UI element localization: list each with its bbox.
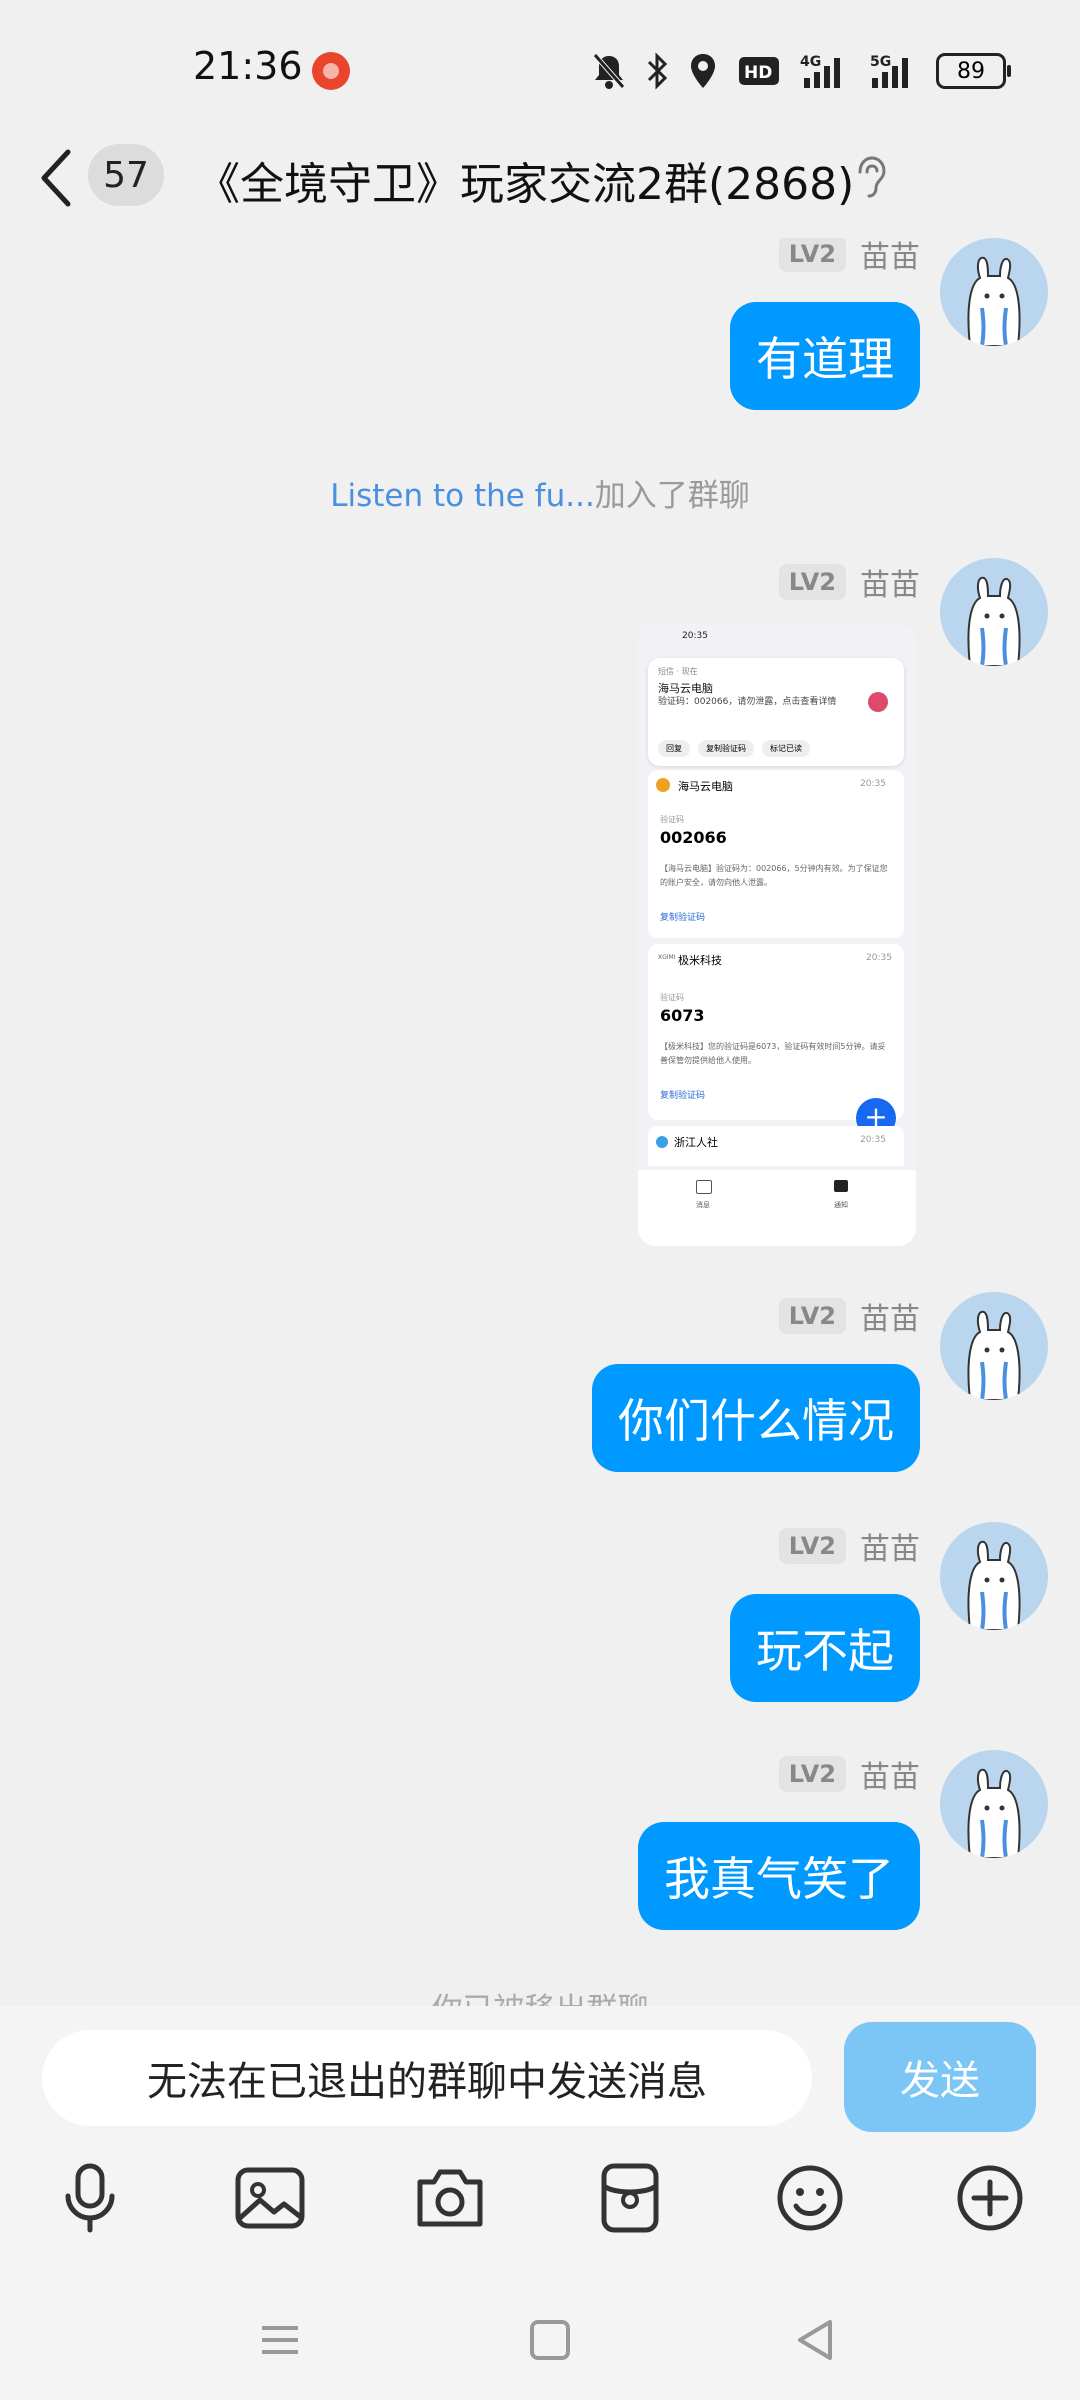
battery-icon: 89	[936, 53, 1011, 89]
send-button[interactable]: 发送	[844, 2022, 1036, 2132]
app-notification-icon	[312, 52, 350, 90]
shot-tab-msg: 消息	[696, 1201, 710, 1209]
avatar[interactable]	[940, 1522, 1048, 1630]
earpiece-icon[interactable]	[852, 154, 888, 200]
status-bar: 21:36 HD 4G 5G 89	[0, 0, 1080, 140]
red-packet-icon[interactable]	[590, 2158, 670, 2238]
shot-action: 回复	[658, 740, 690, 757]
message-meta: LV2 苗苗	[778, 560, 920, 604]
shot-action: 复制验证码	[698, 740, 754, 757]
location-icon	[691, 54, 715, 88]
svg-text:5G: 5G	[870, 54, 891, 70]
shot-status-time: 20:35	[682, 631, 708, 641]
emoji-icon[interactable]	[770, 2158, 850, 2238]
rabbit-avatar-icon	[967, 256, 1021, 346]
back-arrow-icon[interactable]	[36, 146, 76, 210]
shot-card-time: 20:35	[866, 953, 892, 963]
unread-count-badge[interactable]: 57	[88, 144, 164, 206]
shot-contact-icon	[868, 692, 888, 712]
back-triangle-icon[interactable]	[786, 2310, 846, 2370]
message-bubble[interactable]: 你们什么情况	[592, 1364, 920, 1472]
shot-tab-notif: 通知	[834, 1201, 848, 1209]
menu-icon[interactable]	[250, 2310, 310, 2370]
message-meta: LV2 苗苗	[778, 1294, 920, 1338]
shot-notification: 短信 · 现在 海马云电脑 验证码：002066，请勿泄露，点击查看详情 回复 …	[648, 658, 904, 766]
shot-card-action: 复制验证码	[660, 1091, 706, 1101]
shot-card-time: 20:35	[860, 1135, 886, 1145]
shot-card-code: 6073	[660, 1006, 705, 1025]
sender-nickname[interactable]: 苗苗	[860, 1524, 920, 1568]
message-input-disabled[interactable]: 无法在已退出的群聊中发送消息	[42, 2030, 812, 2126]
avatar[interactable]	[940, 558, 1048, 666]
shot-card-body: 【极米科技】您的验证码是6073，验证码有效时间5分钟。请妥善保管勿提供给他人使…	[660, 1042, 886, 1065]
system-join-notice: Listen to the fu...加入了群聊	[0, 470, 1080, 515]
signal-4g-icon: 4G	[800, 54, 840, 88]
status-icons: HD 4G 5G 89	[592, 48, 1011, 94]
home-icon[interactable]	[520, 2310, 580, 2370]
shot-card: 海马云电脑 20:35 验证码 002066 【海马云电脑】验证码为：00206…	[648, 770, 904, 938]
shot-notif-title: 海马云电脑	[658, 682, 713, 695]
shot-card-sender: 浙江人社	[674, 1136, 718, 1149]
shot-notif-body: 验证码：002066，请勿泄露，点击查看详情	[658, 697, 837, 707]
message-bubble[interactable]: 有道理	[730, 302, 920, 410]
chat-title[interactable]: 《全境守卫》玩家交流2群(2868)	[196, 148, 854, 212]
join-text: 加入了群聊	[594, 478, 750, 514]
camera-icon[interactable]	[410, 2158, 490, 2238]
level-badge: LV2	[778, 1298, 846, 1334]
sender-nickname[interactable]: 苗苗	[860, 238, 920, 276]
message-meta: LV2 苗苗	[778, 1752, 920, 1796]
shot-notif-app: 短信 · 现在	[658, 667, 698, 676]
status-time: 21:36	[193, 44, 303, 88]
shot-card-sender: 极米科技	[678, 954, 722, 967]
message-meta: LV2 苗苗	[778, 1524, 920, 1568]
svg-text:HD: HD	[744, 63, 772, 83]
shot-card: XGIMI 极米科技 20:35 验证码 6073 【极米科技】您的验证码是60…	[648, 944, 904, 1120]
level-badge: LV2	[778, 238, 846, 272]
level-badge: LV2	[778, 1528, 846, 1564]
mute-bell-icon	[593, 53, 625, 89]
system-removed-notice: 你已被移出群聊	[0, 1984, 1080, 2006]
sender-nickname[interactable]: 苗苗	[860, 1294, 920, 1338]
system-navbar	[0, 2280, 1080, 2400]
image-icon[interactable]	[230, 2158, 310, 2238]
shot-notif-actions: 回复 复制验证码 标记已读	[658, 740, 810, 757]
microphone-icon[interactable]	[50, 2158, 130, 2238]
chat-header: 57 《全境守卫》玩家交流2群(2868)	[0, 140, 1080, 240]
image-message[interactable]: 20:35 短信 · 现在 海马云电脑 验证码：002066，请勿泄露，点击查看…	[638, 624, 916, 1246]
rabbit-avatar-icon	[967, 1540, 1021, 1630]
shot-tabbar: 消息 通知	[638, 1170, 916, 1246]
hd-icon: HD	[739, 57, 779, 85]
message-bubble[interactable]: 我真气笑了	[638, 1822, 920, 1930]
sender-nickname[interactable]: 苗苗	[860, 560, 920, 604]
shot-card-label: 验证码	[660, 815, 684, 824]
input-toolbar	[0, 2158, 1080, 2258]
shot-card: 浙江人社 20:35	[648, 1126, 904, 1166]
member-link[interactable]: Listen to the fu...	[330, 478, 595, 514]
message-bubble[interactable]: 玩不起	[730, 1594, 920, 1702]
rabbit-avatar-icon	[967, 1768, 1021, 1858]
battery-level: 89	[957, 58, 985, 84]
signal-5g-icon: 5G	[870, 54, 908, 88]
shot-card-code: 002066	[660, 828, 727, 847]
avatar[interactable]	[940, 238, 1048, 346]
avatar[interactable]	[940, 1292, 1048, 1400]
level-badge: LV2	[778, 564, 846, 600]
level-badge: LV2	[778, 1756, 846, 1792]
shot-card-time: 20:35	[860, 779, 886, 789]
avatar[interactable]	[940, 1750, 1048, 1858]
rabbit-avatar-icon	[967, 576, 1021, 666]
shot-action: 标记已读	[762, 740, 810, 757]
rabbit-avatar-icon	[967, 1310, 1021, 1400]
bluetooth-icon	[647, 52, 668, 90]
message-meta: LV2 苗苗	[778, 238, 920, 276]
sender-nickname[interactable]: 苗苗	[860, 1752, 920, 1796]
shot-card-action: 复制验证码	[660, 913, 706, 923]
shot-card-sender: 海马云电脑	[678, 780, 733, 793]
shot-card-label: 验证码	[660, 993, 684, 1002]
shot-card-body: 【海马云电脑】验证码为：002066，5分钟内有效。为了保证您的账户安全，请勿向…	[660, 864, 888, 887]
message-list[interactable]: LV2 苗苗 有道理 Listen to the fu...加入了群聊 LV2 …	[0, 238, 1080, 2006]
svg-text:4G: 4G	[800, 54, 821, 70]
plus-icon[interactable]	[950, 2158, 1030, 2238]
